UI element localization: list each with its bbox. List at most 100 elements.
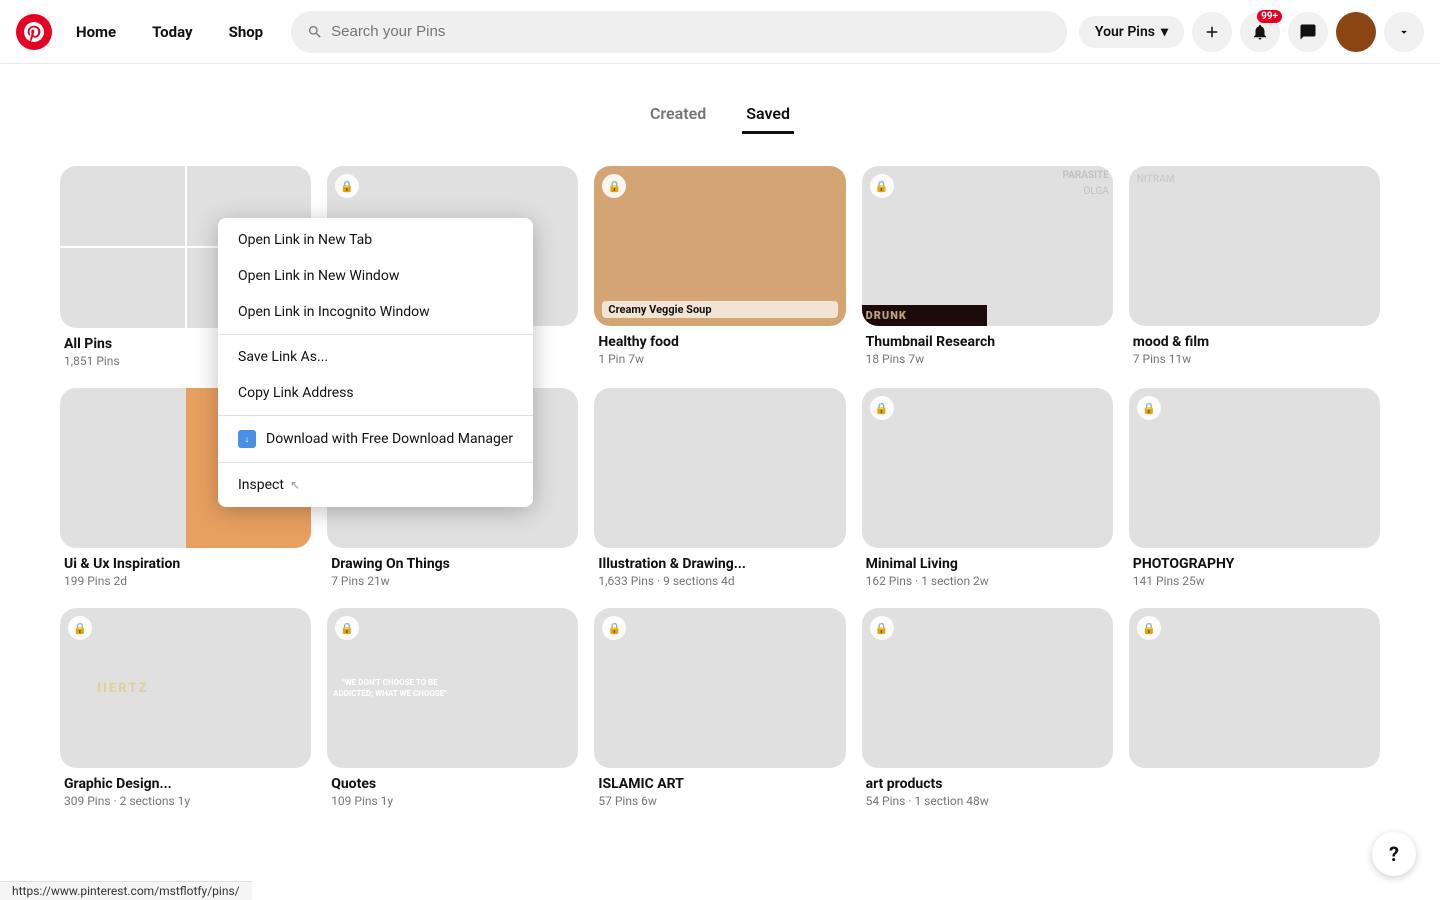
board-title: Thumbnail Research: [866, 334, 1109, 350]
board-thumb: [987, 608, 1113, 768]
board-thumb: [1254, 166, 1380, 326]
lock-icon: 🔒: [1137, 396, 1161, 420]
board-thumb: 🔒 DRUNK: [862, 166, 988, 326]
notification-badge: 99+: [1257, 10, 1282, 23]
board-title: mood & film: [1133, 334, 1376, 350]
avatar[interactable]: [1336, 12, 1376, 52]
ctx-open-incognito[interactable]: Open Link in Incognito Window: [218, 294, 533, 330]
board-thumb: [60, 388, 186, 548]
tab-saved[interactable]: Saved: [742, 96, 794, 134]
ctx-download-fdm[interactable]: ↓ Download with Free Download Manager: [218, 420, 533, 458]
board-meta: 7 Pins 11w: [1133, 352, 1376, 366]
board-title: Minimal Living: [866, 556, 1109, 572]
messages-button[interactable]: [1288, 12, 1328, 52]
help-button[interactable]: ?: [1372, 832, 1416, 876]
board-title: Healthy food: [598, 334, 841, 350]
board-thumb: [60, 248, 185, 328]
board-thumb: 🔒: [1129, 388, 1255, 548]
page-content: Created Saved All Pins 1,851 Pins 🔒 comm…: [0, 0, 1440, 836]
search-icon: [307, 24, 323, 40]
ctx-open-new-window[interactable]: Open Link in New Window: [218, 258, 533, 294]
board-thumb: 🔒: [1129, 608, 1255, 768]
nav-home[interactable]: Home: [60, 15, 132, 49]
lock-icon: 🔒: [870, 174, 894, 198]
profile-tabs: Created Saved: [0, 80, 1440, 142]
nav-today[interactable]: Today: [136, 15, 208, 49]
notifications-button[interactable]: 99+: [1240, 12, 1280, 52]
board-meta: 109 Pins 1y: [331, 794, 574, 808]
board-thumbnail-research[interactable]: 🔒 DRUNK PARASITE OLGA Thumbnail Research…: [862, 166, 1113, 372]
board-thumb: 🔒: [862, 388, 988, 548]
lock-icon: 🔒: [870, 396, 894, 420]
board-thumb: [720, 608, 846, 768]
board-meta: 7 Pins 21w: [331, 574, 574, 588]
context-menu: Open Link in New Tab Open Link in New Wi…: [218, 218, 533, 507]
board-quotes[interactable]: 🔒 "WE DON'T CHOOSE TO BE ADDICTED; WHAT …: [327, 608, 578, 812]
board-meta: 141 Pins 25w: [1133, 574, 1376, 588]
ctx-open-new-tab[interactable]: Open Link in New Tab: [218, 222, 533, 258]
board-title: ISLAMIC ART: [598, 776, 841, 792]
lock-icon: 🔒: [602, 174, 626, 198]
board-illustration[interactable]: Illustration & Drawing... 1,633 Pins · 9…: [594, 388, 845, 592]
board-title: PHOTOGRAPHY: [1133, 556, 1376, 572]
lock-icon: 🔒: [602, 616, 626, 640]
board-thumb: [453, 608, 579, 768]
your-pins-button[interactable]: Your Pins ▾: [1079, 16, 1184, 48]
board-islamic-art[interactable]: 🔒 ISLAMIC ART 57 Pins 6w: [594, 608, 845, 812]
board-thumb: 🔒 IIERTZ: [60, 608, 186, 768]
nav-shop[interactable]: Shop: [213, 15, 280, 49]
board-thumb: [720, 388, 846, 548]
board-thumb: [1254, 388, 1380, 548]
board-title: Quotes: [331, 776, 574, 792]
board-healthy-food[interactable]: 🔒 Creamy Veggie Soup Healthy food 1 Pin …: [594, 166, 845, 372]
board-title: art products: [866, 776, 1109, 792]
board-title: Illustration & Drawing...: [598, 556, 841, 572]
search-input[interactable]: [331, 23, 1051, 40]
ctx-section-3: ↓ Download with Free Download Manager: [218, 415, 533, 462]
chevron-down-icon: ▾: [1161, 24, 1168, 40]
inspect-cursor: ↖: [290, 478, 300, 492]
board-thumb: PARASITE OLGA: [987, 166, 1113, 326]
ctx-inspect[interactable]: Inspect ↖: [218, 467, 533, 503]
board-thumb: 🔒: [862, 608, 988, 768]
ctx-copy-link[interactable]: Copy Link Address: [218, 375, 533, 411]
board-photography[interactable]: 🔒 PHOTOGRAPHY 141 Pins 25w: [1129, 388, 1380, 592]
add-button[interactable]: [1192, 12, 1232, 52]
board-meta: 57 Pins 6w: [598, 794, 841, 808]
pinterest-logo[interactable]: [16, 14, 52, 50]
board-thumb: [1254, 608, 1380, 768]
board-meta: 1,633 Pins · 9 sections 4d: [598, 574, 841, 588]
board-thumb: [594, 388, 720, 548]
board-meta: 309 Pins · 2 sections 1y: [64, 794, 307, 808]
lock-icon: 🔒: [1137, 616, 1161, 640]
nav-links: Home Today Shop: [60, 15, 279, 49]
search-bar[interactable]: [291, 11, 1067, 53]
tab-created[interactable]: Created: [646, 96, 710, 134]
board-thumb: [60, 166, 185, 246]
ctx-section-1: Open Link in New Tab Open Link in New Wi…: [218, 218, 533, 334]
board-graphic-design[interactable]: 🔒 IIERTZ Graphic Design... 309 Pins · 2 …: [60, 608, 311, 812]
status-bar: https://www.pinterest.com/mstflotfy/pins…: [0, 881, 252, 900]
lock-icon: 🔒: [870, 616, 894, 640]
account-chevron-button[interactable]: [1384, 12, 1424, 52]
board-mood-film[interactable]: NITRAM mood & film 7 Pins 11w: [1129, 166, 1380, 372]
board-thumb: 🔒 "WE DON'T CHOOSE TO BE ADDICTED; WHAT …: [327, 608, 453, 768]
board-title: Drawing On Things: [331, 556, 574, 572]
fdm-icon: ↓: [238, 430, 256, 448]
ctx-save-link-as[interactable]: Save Link As...: [218, 339, 533, 375]
board-art-products[interactable]: 🔒 art products 54 Pins · 1 section 48w: [862, 608, 1113, 812]
board-meta: 18 Pins 7w: [866, 352, 1109, 366]
board-meta: 1 Pin 7w: [598, 352, 841, 366]
board-thumb: 🔒: [594, 608, 720, 768]
board-thumb: [186, 608, 312, 768]
navbar: Home Today Shop Your Pins ▾ 99+: [0, 0, 1440, 64]
board-title: Graphic Design...: [64, 776, 307, 792]
board-thumb: NITRAM: [1129, 166, 1255, 326]
board-meta: 199 Pins 2d: [64, 574, 307, 588]
board-meta: 162 Pins · 1 section 2w: [866, 574, 1109, 588]
board-minimal-living[interactable]: 🔒 Minimal Living 162 Pins · 1 section 2w: [862, 388, 1113, 592]
ctx-section-4: Inspect ↖: [218, 462, 533, 507]
board-unknown[interactable]: 🔒: [1129, 608, 1380, 812]
nav-right: Your Pins ▾ 99+: [1079, 12, 1424, 52]
board-thumb: 🔒 Creamy Veggie Soup: [594, 166, 845, 326]
